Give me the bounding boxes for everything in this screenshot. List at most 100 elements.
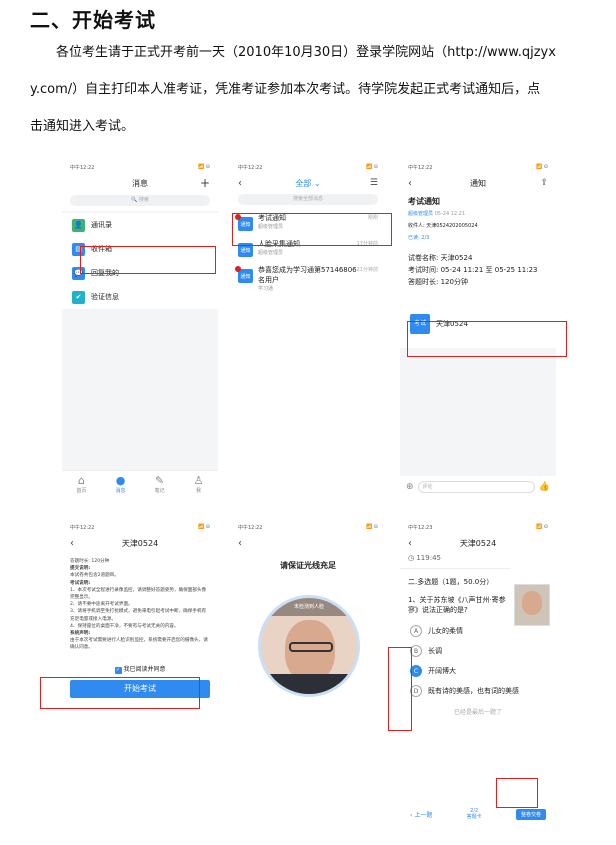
notice-badge: 通知 — [235, 266, 253, 283]
instruction-line: 由于本次考试需要进行人脸识别监控，系统需要开启您的摄像头，请确认同意。 — [70, 638, 208, 651]
search-input[interactable]: 🔍 搜索 — [70, 195, 210, 206]
option-key-selected: C — [410, 665, 422, 677]
option-d[interactable]: D 既有诗的美感，也有词的美感 — [400, 681, 556, 701]
prev-question-button[interactable]: ‹ 上一题 — [410, 810, 432, 819]
instruction-line: 答题时长: 120分钟 — [70, 559, 110, 564]
list-item[interactable]: 通知 恭喜您成为学习通第57146806名用户 学习通 21分钟前 — [230, 261, 386, 296]
submit-exam-button[interactable]: 整卷交卷 — [515, 808, 546, 820]
status-time: 中午12:22 — [408, 164, 433, 171]
instruction-line: 系统声明: — [70, 631, 91, 637]
glasses-shape — [289, 642, 333, 652]
tab-label: 我 — [196, 488, 202, 494]
person-icon: ♙ — [193, 474, 204, 487]
instructions-paragraph: 各位考生请于正式开考前一天（2010年10月30日）登录学院网站（http://… — [30, 34, 586, 145]
paragraph-line-3: 击通知进入考试。 — [30, 119, 135, 134]
read-count[interactable]: 已读: 2/3 — [408, 232, 548, 244]
back-icon[interactable]: ‹ — [238, 178, 242, 189]
paragraph-line-2: y.com/）自主打印本人准考证，凭准考证参加本次考试。待学院发起正式考试通知后… — [30, 82, 541, 97]
section-heading: 二、开始考试 — [30, 8, 156, 32]
notice-title: 考试通知 — [408, 197, 440, 206]
screenshot-messages: 中午12:22 📶 ⊙ 消息 + 🔍 搜索 👤 通讯录 ▤ 收件箱 💬 回复我的 ✔ 验证信… — [62, 160, 218, 498]
back-icon[interactable]: ‹ — [408, 538, 412, 549]
exam-card[interactable]: 考试 天津0524 — [408, 310, 548, 338]
notice-badge: 通知 — [235, 214, 253, 231]
message-title: 考试通知 — [258, 214, 286, 222]
message-title: 恭喜您成为学习通第57146806名用户 — [258, 266, 357, 284]
notice-badge: 通知 — [238, 243, 253, 257]
plus-icon[interactable]: + — [200, 176, 210, 190]
menu-item-inbox[interactable]: ▤ 收件箱 — [62, 237, 218, 261]
page-title: 天津0524 — [459, 538, 497, 548]
share-icon[interactable]: ⇪ — [540, 178, 548, 188]
message-sender: 超级管理员 — [258, 224, 284, 230]
menu-icon[interactable]: ☰ — [370, 178, 378, 188]
start-exam-button[interactable]: 开始考试 — [70, 680, 210, 698]
exam-card-label: 天津0524 — [436, 320, 468, 328]
option-text: 既有诗的美感，也有词的美感 — [428, 687, 519, 695]
tab-messages[interactable]: ● 消息 — [116, 471, 126, 498]
instruction-line: 本试卷共包含2道题目。 — [70, 573, 119, 579]
inbox-icon: ▤ — [72, 242, 85, 256]
filter-dropdown[interactable]: 全部 ⌄ — [295, 178, 320, 189]
agree-label: 我已阅读并同意 — [123, 666, 166, 673]
contacts-icon: 👤 — [72, 218, 85, 232]
exam-badge-icon: 考试 — [410, 314, 430, 334]
list-item[interactable]: 通知 考试通知 超级管理员 刚刚 — [230, 209, 386, 235]
message-time: 21分钟前 — [356, 267, 378, 273]
option-c[interactable]: C 开阔博大 — [400, 661, 556, 681]
camera-thumbnail — [514, 584, 550, 626]
answer-sheet-label: 答题卡 — [466, 814, 482, 820]
status-icons: 📶 ⊙ — [535, 164, 548, 170]
option-key: B — [410, 645, 422, 657]
add-icon[interactable]: ⊕ — [406, 482, 414, 492]
question-text: 1、关于苏东坡《八声甘州·寄参寥》说法正确的是? — [408, 596, 506, 614]
notice-recipient: 收件人: 天津0524202005024 — [408, 223, 478, 229]
instruction-line: 提交说明: — [70, 566, 91, 572]
countdown-timer: 119:45 — [416, 554, 441, 562]
screenshot-message-list: 中午12:22 📶 ⊙ ‹ 全部 ⌄ ☰ 搜索全部消息 通知 考试通知 超级管理员 刚刚 通… — [230, 160, 386, 498]
menu-item-replies[interactable]: 💬 回复我的 — [62, 261, 218, 285]
back-icon[interactable]: ‹ — [408, 178, 412, 189]
menu-label: 收件箱 — [91, 245, 112, 253]
option-text: 长调 — [428, 647, 442, 655]
status-icons: 📶 ⊙ — [365, 164, 378, 170]
menu-item-verify[interactable]: ✔ 验证信息 — [62, 285, 218, 309]
menu-item-contacts[interactable]: 👤 通讯录 — [62, 213, 218, 237]
status-icons: 📶 ⊙ — [197, 524, 210, 530]
unread-dot — [235, 266, 241, 272]
clock-icon: ◷ — [408, 554, 415, 562]
tab-home[interactable]: ⌂ 首页 — [77, 471, 87, 498]
back-icon[interactable]: ‹ — [238, 538, 242, 549]
tab-me[interactable]: ♙ 我 — [194, 471, 204, 498]
chat-bubble-icon: ● — [115, 474, 126, 487]
status-time: 中午12:22 — [70, 164, 95, 171]
tab-label: 笔记 — [154, 488, 165, 494]
face-figure — [522, 591, 542, 615]
menu-label: 回复我的 — [91, 269, 119, 277]
menu-label: 通讯录 — [91, 221, 112, 229]
light-hint-heading: 请保证光线充足 — [280, 561, 336, 570]
option-b[interactable]: B 长调 — [400, 641, 556, 661]
page-title: 天津0524 — [121, 538, 159, 548]
option-key: A — [410, 625, 422, 637]
message-time: 17分钟前 — [356, 241, 378, 247]
screenshot-exam-question: 中午12:23 📶 ⊙ ‹ 天津0524 ◷ 119:45 二.多选题（1题，50.… — [400, 520, 556, 840]
comment-input[interactable]: 评论 — [417, 481, 535, 493]
paragraph-line-1: 各位考生请于正式开考前一天（2010年10月30日）登录学院网站（http://… — [56, 45, 556, 60]
answer-sheet-button[interactable]: 2/2 答题卡 — [467, 808, 482, 820]
status-icons: 📶 ⊙ — [535, 524, 548, 530]
page-title: 消息 — [132, 178, 148, 188]
home-icon: ⌂ — [78, 474, 85, 487]
shield-icon: ✔ — [72, 290, 85, 304]
tab-label: 首页 — [76, 488, 87, 494]
tab-notes[interactable]: ✎ 笔记 — [155, 471, 165, 498]
search-placeholder: 搜索 — [138, 197, 149, 203]
like-icon[interactable]: 👍 — [539, 482, 550, 492]
list-item[interactable]: 通知 人脸采集通知 超级管理员 17分钟前 — [230, 235, 386, 261]
notice-sender[interactable]: 超级管理员 — [408, 211, 433, 217]
face-status: 未检测到人脸 — [261, 598, 357, 616]
search-input[interactable]: 搜索全部消息 — [238, 194, 378, 205]
back-icon[interactable]: ‹ — [70, 538, 74, 549]
agree-checkbox[interactable]: ✓ 我已阅读并同意 — [62, 664, 218, 674]
instruction-line: 2、请不要中途离开考试界面。 — [70, 602, 133, 608]
